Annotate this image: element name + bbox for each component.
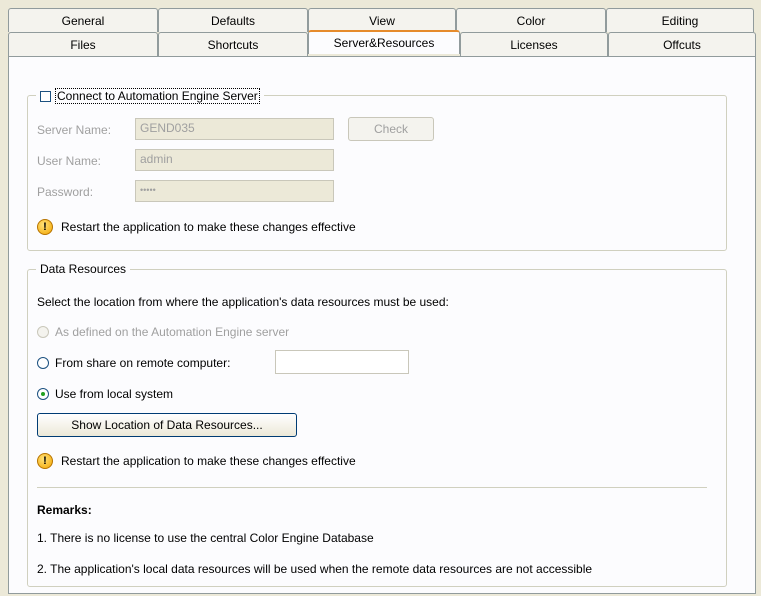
option-local-system-label: Use from local system	[55, 387, 174, 401]
server-name-field[interactable]: GEND035	[135, 118, 334, 140]
show-location-button[interactable]: Show Location of Data Resources...	[37, 413, 297, 437]
tab-shortcuts[interactable]: Shortcuts	[158, 32, 308, 56]
tab-server-resources[interactable]: Server&Resources	[308, 30, 460, 54]
tab-defaults[interactable]: Defaults	[158, 8, 308, 32]
server-resources-panel: Connect to Automation Engine Server Serv…	[8, 56, 756, 594]
resources-warning: ! Restart the application to make these …	[37, 453, 356, 469]
remarks-title: Remarks:	[37, 503, 92, 517]
remarks-separator	[37, 487, 707, 488]
tab-general[interactable]: General	[8, 8, 158, 32]
radio-local-system[interactable]	[37, 388, 49, 400]
data-resources-intro: Select the location from where the appli…	[37, 295, 449, 309]
radio-automation-engine[interactable]	[37, 326, 49, 338]
server-warning-text: Restart the application to make these ch…	[61, 220, 356, 234]
server-name-label: Server Name:	[37, 123, 112, 137]
data-resources-title: Data Resources	[40, 262, 127, 276]
server-group-legend: Connect to Automation Engine Server	[36, 88, 264, 104]
tab-strip: General Defaults View Color Editing File…	[8, 8, 756, 56]
remark-1: 1. There is no license to use the centra…	[37, 531, 374, 545]
tab-row-1: General Defaults View Color Editing	[8, 8, 756, 32]
remote-share-field[interactable]	[275, 350, 409, 374]
password-label: Password:	[37, 185, 94, 199]
option-automation-engine-label: As defined on the Automation Engine serv…	[55, 325, 290, 339]
data-resources-legend: Data Resources	[36, 262, 131, 276]
warning-icon: !	[37, 453, 53, 469]
radio-remote-share[interactable]	[37, 357, 49, 369]
connect-server-label[interactable]: Connect to Automation Engine Server	[55, 88, 260, 104]
tab-licenses[interactable]: Licenses	[460, 32, 608, 56]
password-field[interactable]: •••••	[135, 180, 334, 202]
option-local-system[interactable]: Use from local system	[37, 387, 173, 401]
option-automation-engine[interactable]: As defined on the Automation Engine serv…	[37, 325, 289, 339]
tab-files[interactable]: Files	[8, 32, 158, 56]
user-name-label: User Name:	[37, 154, 102, 168]
tab-view[interactable]: View	[308, 8, 456, 32]
tab-row-2: Files Shortcuts Server&Resources License…	[8, 30, 756, 56]
option-remote-share-label: From share on remote computer:	[55, 356, 231, 370]
tab-color[interactable]: Color	[456, 8, 606, 32]
warning-icon: !	[37, 219, 53, 235]
option-remote-share[interactable]: From share on remote computer:	[37, 356, 230, 370]
resources-warning-text: Restart the application to make these ch…	[61, 454, 356, 468]
user-name-field[interactable]: admin	[135, 149, 334, 171]
tab-offcuts[interactable]: Offcuts	[608, 32, 756, 56]
server-warning: ! Restart the application to make these …	[37, 219, 356, 235]
check-button[interactable]: Check	[348, 117, 434, 141]
tab-editing[interactable]: Editing	[606, 8, 754, 32]
connect-server-checkbox[interactable]	[40, 90, 51, 102]
remark-2: 2. The application's local data resource…	[37, 562, 593, 576]
